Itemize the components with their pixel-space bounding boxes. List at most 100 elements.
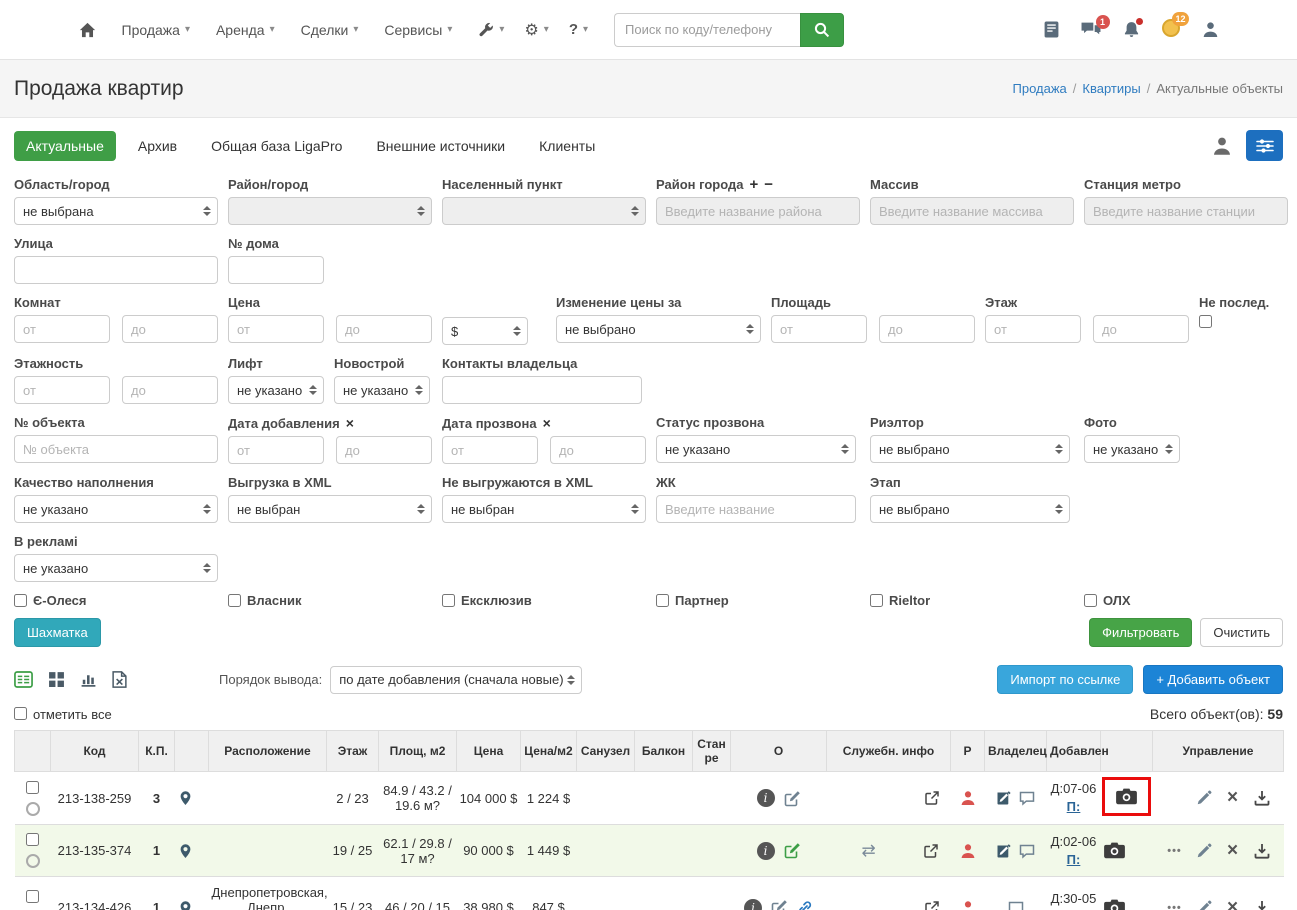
tab-archive[interactable]: Архив	[126, 131, 189, 161]
edit-note-icon[interactable]	[784, 790, 801, 807]
settlement-select[interactable]	[442, 197, 646, 225]
messages-button[interactable]: 1	[1081, 22, 1101, 38]
row-checkbox[interactable]	[26, 890, 39, 903]
currency-select[interactable]: $	[442, 317, 528, 345]
edit-note-icon[interactable]	[771, 899, 788, 910]
chain-link-icon[interactable]	[797, 899, 813, 910]
profile-button[interactable]	[1202, 21, 1219, 38]
sort-select[interactable]: по дате добавления (сначала новые)	[330, 666, 582, 694]
floor-to-input[interactable]	[1093, 315, 1189, 343]
owner-person-icon[interactable]	[960, 899, 976, 910]
menu-settings[interactable]: ⚙▾	[524, 20, 548, 40]
owner-person-icon[interactable]	[960, 790, 976, 805]
tab-actual[interactable]: Актуальные	[14, 131, 116, 161]
external-link-icon[interactable]	[923, 842, 939, 859]
checkbox-rieltor[interactable]: Rieltor	[870, 593, 1074, 608]
search-button[interactable]	[800, 13, 844, 47]
select-all-checkbox[interactable]	[14, 707, 27, 720]
clear-date-added-icon[interactable]: ×	[346, 415, 354, 431]
clear-button[interactable]: Очистить	[1200, 618, 1283, 647]
xml-upload-select[interactable]: не выбран	[228, 495, 432, 523]
journal-note-icon[interactable]	[996, 842, 1012, 859]
map-pin-icon[interactable]	[178, 900, 206, 910]
home-button[interactable]	[79, 22, 96, 38]
checkbox-e-olesya[interactable]: Є-Олеся	[14, 593, 218, 608]
checkbox-exclusive[interactable]: Ексклюзив	[442, 593, 646, 608]
photo-select[interactable]: не указано	[1084, 435, 1180, 463]
add-object-button[interactable]: + Добавить объект	[1143, 665, 1283, 694]
download-icon[interactable]	[1251, 790, 1273, 806]
not-last-checkbox[interactable]	[1199, 315, 1212, 328]
swap-arrows-icon[interactable]: ⇄	[861, 841, 875, 861]
menu-help[interactable]: ?▾	[569, 21, 588, 38]
external-link-icon[interactable]	[924, 899, 940, 910]
price-to-input[interactable]	[336, 315, 432, 343]
stage-select[interactable]: не выбрано	[870, 495, 1070, 523]
clear-date-call-icon[interactable]: ×	[543, 415, 551, 431]
notifications-button[interactable]	[1123, 21, 1140, 38]
balance-button[interactable]: 12	[1162, 19, 1180, 40]
realtor-select[interactable]: не выбрано	[870, 435, 1070, 463]
map-pin-icon[interactable]	[178, 790, 206, 806]
metro-input[interactable]	[1084, 197, 1288, 225]
menu-rent[interactable]: Аренда▾	[216, 22, 275, 38]
menu-services[interactable]: Сервисы▾	[384, 22, 452, 38]
more-actions-icon[interactable]: •••	[1164, 845, 1186, 857]
plus-icon[interactable]: +	[750, 179, 759, 191]
comment-icon[interactable]	[1008, 899, 1024, 910]
external-link-icon[interactable]	[924, 790, 940, 807]
call-status-select[interactable]: не указано	[656, 435, 856, 463]
filter-button[interactable]: Фильтровать	[1089, 618, 1192, 647]
rooms-from-input[interactable]	[14, 315, 110, 343]
floor-from-input[interactable]	[985, 315, 1081, 343]
comment-icon[interactable]	[1019, 842, 1035, 859]
region-select[interactable]: не выбрана	[14, 197, 218, 225]
elevator-select[interactable]: не указано	[228, 376, 324, 404]
journal-note-icon[interactable]	[996, 790, 1012, 807]
in-ads-select[interactable]: не указано	[14, 554, 218, 582]
journal-button[interactable]	[1044, 21, 1059, 38]
xml-not-upload-select[interactable]: не выбран	[442, 495, 646, 523]
more-actions-icon[interactable]: •••	[1164, 902, 1186, 910]
edit-pencil-icon[interactable]	[1193, 843, 1215, 859]
date-added-from-input[interactable]	[228, 436, 324, 464]
call-date-link[interactable]: П:	[1067, 799, 1081, 814]
chart-view-button[interactable]	[80, 671, 97, 688]
menu-tools[interactable]: ▾	[478, 22, 504, 38]
owner-contacts-input[interactable]	[442, 376, 642, 404]
breadcrumb-sale[interactable]: Продажа	[1013, 81, 1067, 96]
minus-icon[interactable]: −	[764, 179, 773, 191]
house-number-input[interactable]	[228, 256, 324, 284]
filter-settings-button[interactable]	[1246, 130, 1283, 161]
info-icon[interactable]: i	[757, 789, 775, 807]
list-view-button[interactable]	[14, 671, 33, 688]
object-number-input[interactable]	[14, 435, 218, 463]
menu-deals[interactable]: Сделки▾	[301, 22, 359, 38]
complex-input[interactable]	[656, 495, 856, 523]
price-change-select[interactable]: не выбрано	[556, 315, 761, 343]
area-to-input[interactable]	[879, 315, 975, 343]
info-icon[interactable]: i	[757, 842, 775, 860]
street-input[interactable]	[14, 256, 218, 284]
tab-external-sources[interactable]: Внешние источники	[364, 131, 517, 161]
delete-icon[interactable]: ×	[1222, 844, 1244, 858]
new-building-select[interactable]: не указано	[334, 376, 430, 404]
date-call-to-input[interactable]	[550, 436, 646, 464]
edit-pencil-icon[interactable]	[1193, 900, 1215, 910]
comment-icon[interactable]	[1019, 790, 1035, 807]
chessboard-button[interactable]: Шахматка	[14, 618, 101, 647]
map-pin-icon[interactable]	[178, 843, 206, 859]
select-all-checkbox-label[interactable]: отметить все	[14, 707, 112, 722]
edit-note-icon[interactable]	[784, 842, 801, 859]
download-icon[interactable]	[1251, 843, 1273, 859]
checkbox-olx[interactable]: ОЛХ	[1084, 593, 1288, 608]
price-from-input[interactable]	[228, 315, 324, 343]
excel-export-button[interactable]	[112, 671, 127, 688]
info-icon[interactable]: i	[744, 899, 762, 910]
city-district-input[interactable]	[656, 197, 860, 225]
camera-icon[interactable]	[1104, 899, 1150, 910]
district-city-select[interactable]	[228, 197, 432, 225]
massiv-input[interactable]	[870, 197, 1074, 225]
camera-icon[interactable]	[1116, 788, 1137, 805]
date-added-to-input[interactable]	[336, 436, 432, 464]
